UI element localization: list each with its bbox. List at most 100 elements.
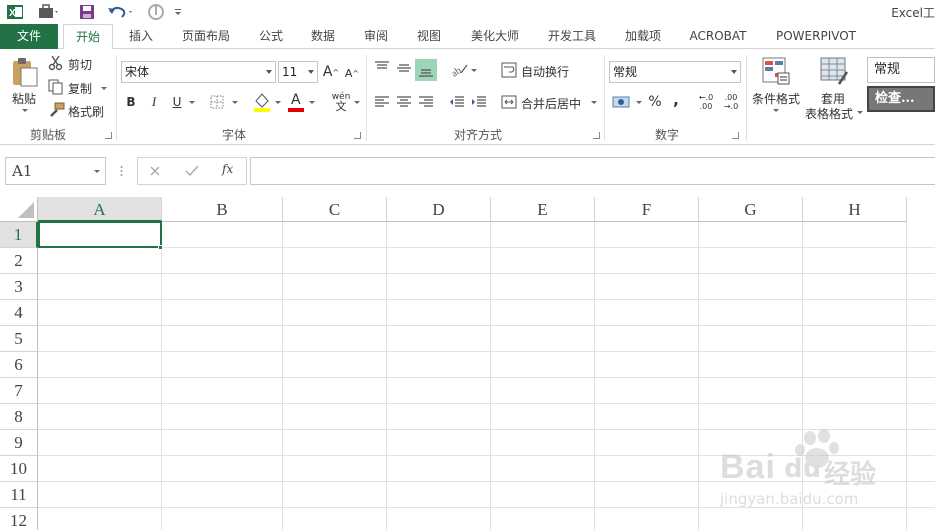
fill-color-icon[interactable]: [252, 91, 272, 113]
table-format-button[interactable]: 表格格式: [805, 105, 853, 122]
table-format-dropdown-icon[interactable]: [857, 111, 863, 114]
clipboard-launcher-icon[interactable]: [105, 132, 112, 139]
active-cell[interactable]: [38, 221, 162, 248]
increase-indent-icon[interactable]: [469, 93, 489, 111]
italic-button[interactable]: I: [145, 93, 163, 111]
decrease-decimal-button[interactable]: .00 →.0: [720, 92, 742, 112]
font-size-combo[interactable]: 11: [278, 61, 318, 83]
decrease-indent-icon[interactable]: [447, 93, 467, 111]
align-center-icon[interactable]: [394, 93, 414, 111]
underline-button[interactable]: U: [168, 93, 186, 111]
conditional-format-button[interactable]: 条件格式: [752, 90, 800, 107]
cancel-icon[interactable]: [148, 164, 162, 178]
select-all-button[interactable]: [0, 197, 38, 222]
style-check-cell[interactable]: 检查...: [867, 86, 935, 112]
format-painter-button[interactable]: 格式刷: [68, 103, 104, 120]
fill-color-dropdown-icon[interactable]: [275, 101, 281, 104]
tab-file[interactable]: 文件: [0, 24, 58, 49]
tab-addins[interactable]: 加载项: [615, 24, 671, 49]
row-header-2[interactable]: 2: [0, 248, 38, 274]
tab-powerpivot[interactable]: POWERPIVOT: [770, 24, 862, 49]
font-color-button[interactable]: A: [286, 91, 306, 113]
tab-developer[interactable]: 开发工具: [540, 24, 604, 49]
shrink-font-button[interactable]: A ^: [344, 65, 360, 81]
scissors-icon[interactable]: [48, 55, 64, 71]
row-header-3[interactable]: 3: [0, 274, 38, 300]
excel-icon[interactable]: X: [6, 3, 24, 21]
font-launcher-icon[interactable]: [354, 132, 361, 139]
alignment-launcher-icon[interactable]: [593, 132, 600, 139]
briefcase-icon[interactable]: [38, 3, 60, 21]
row-header-4[interactable]: 4: [0, 300, 38, 326]
copy-dropdown-icon[interactable]: [101, 87, 107, 90]
phonetic-dropdown-icon[interactable]: [354, 101, 360, 104]
comma-button[interactable]: ,: [669, 91, 683, 109]
tab-beautify[interactable]: 美化大师: [462, 24, 528, 49]
font-color-dropdown-icon[interactable]: [309, 101, 315, 104]
row-header-8[interactable]: 8: [0, 404, 38, 430]
align-middle-icon[interactable]: [394, 59, 414, 77]
insert-function-icon[interactable]: fx: [222, 162, 233, 176]
increase-decimal-button[interactable]: ←.0.00: [695, 92, 717, 112]
tab-acrobat[interactable]: ACROBAT: [682, 24, 754, 49]
copy-button[interactable]: 复制: [68, 80, 92, 97]
paste-button[interactable]: 粘贴: [12, 90, 36, 107]
column-header-b[interactable]: B: [162, 197, 283, 222]
cut-button[interactable]: 剪切: [68, 56, 92, 73]
paste-icon[interactable]: [8, 55, 42, 89]
align-right-icon[interactable]: [416, 93, 436, 111]
row-header-12[interactable]: 12: [0, 508, 38, 530]
row-header-11[interactable]: 11: [0, 482, 38, 508]
phonetic-button[interactable]: wén 文: [330, 91, 352, 113]
conditional-dropdown-icon[interactable]: [773, 109, 779, 112]
row-header-1[interactable]: 1: [0, 222, 38, 248]
paste-dropdown-icon[interactable]: [22, 109, 28, 112]
format-painter-icon[interactable]: [48, 102, 66, 118]
orientation-dropdown-icon[interactable]: [471, 69, 477, 72]
tab-page-layout[interactable]: 页面布局: [175, 24, 237, 49]
row-header-7[interactable]: 7: [0, 378, 38, 404]
row-header-9[interactable]: 9: [0, 430, 38, 456]
tab-review[interactable]: 审阅: [355, 24, 397, 49]
align-left-icon[interactable]: [372, 93, 392, 111]
style-normal[interactable]: 常规: [867, 57, 935, 83]
merge-center-button[interactable]: 合并后居中: [521, 95, 581, 112]
enter-icon[interactable]: [184, 164, 200, 178]
currency-icon[interactable]: [611, 93, 633, 111]
tab-home[interactable]: 开始: [63, 24, 113, 50]
borders-dropdown-icon[interactable]: [232, 101, 238, 104]
grow-font-button[interactable]: A ^: [322, 63, 340, 81]
merge-dropdown-icon[interactable]: [591, 101, 597, 104]
row-header-10[interactable]: 10: [0, 456, 38, 482]
conditional-format-icon[interactable]: [760, 55, 792, 87]
tab-data[interactable]: 数据: [302, 24, 344, 49]
column-header-a[interactable]: A: [38, 197, 162, 222]
column-header-e[interactable]: E: [491, 197, 595, 222]
orientation-icon[interactable]: ab: [448, 59, 470, 79]
table-format-icon[interactable]: [818, 55, 850, 87]
number-launcher-icon[interactable]: [732, 132, 739, 139]
column-header-d[interactable]: D: [387, 197, 491, 222]
align-top-icon[interactable]: [372, 59, 392, 77]
column-header-g[interactable]: G: [699, 197, 803, 222]
borders-icon[interactable]: [208, 93, 226, 111]
customize-icon[interactable]: [172, 3, 184, 21]
fill-handle[interactable]: [158, 245, 163, 250]
row-header-6[interactable]: 6: [0, 352, 38, 378]
redo-icon[interactable]: [146, 3, 166, 21]
column-header-c[interactable]: C: [283, 197, 387, 222]
undo-icon[interactable]: [106, 3, 136, 21]
bold-button[interactable]: B: [122, 93, 140, 111]
name-box[interactable]: A1: [5, 157, 106, 185]
save-icon[interactable]: [78, 3, 96, 21]
percent-button[interactable]: %: [646, 93, 664, 111]
drag-handle-icon[interactable]: [120, 165, 123, 177]
formula-input[interactable]: [250, 157, 935, 185]
underline-dropdown-icon[interactable]: [189, 101, 195, 104]
align-bottom-icon[interactable]: [415, 59, 437, 81]
column-header-f[interactable]: F: [595, 197, 699, 222]
number-format-combo[interactable]: 常规: [609, 61, 741, 83]
tab-insert[interactable]: 插入: [120, 24, 162, 49]
tab-formulas[interactable]: 公式: [250, 24, 292, 49]
copy-icon[interactable]: [48, 79, 64, 95]
